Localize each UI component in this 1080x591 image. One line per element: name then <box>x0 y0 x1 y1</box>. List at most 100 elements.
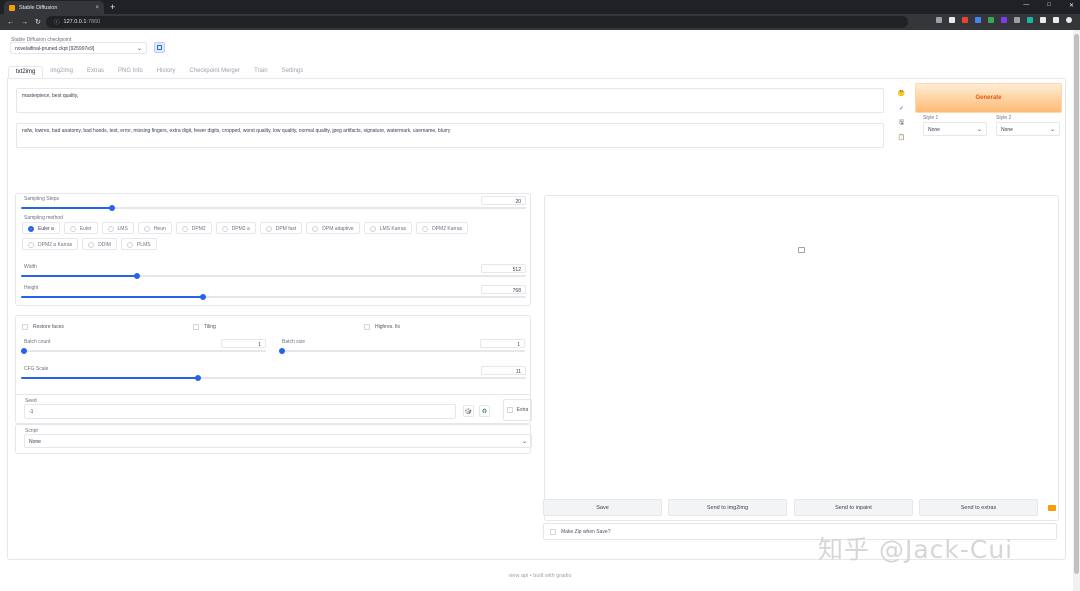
browser-tab[interactable]: Stable Diffusion × <box>4 1 104 14</box>
radio-label: LMS <box>117 226 128 232</box>
width-slider[interactable] <box>21 273 526 279</box>
sampling-radio-plms[interactable]: PLMS <box>120 238 157 250</box>
url-host: 127.0.0.1 <box>63 19 87 25</box>
reload-icon[interactable]: ↻ <box>35 18 41 26</box>
sampling-radio-dpm-fast[interactable]: DPM fast <box>259 222 303 234</box>
slider-thumb[interactable] <box>21 348 27 354</box>
send-to-inpaint-button[interactable]: Send to inpaint <box>794 499 913 516</box>
save-button[interactable]: Save <box>543 499 662 516</box>
chevron-down-icon: ⌄ <box>136 46 142 52</box>
sampling-radio-dpm2-a-karras[interactable]: DPM2 a Karras <box>22 238 79 250</box>
sampling-radio-dpm2-karras[interactable]: DPM2 Karras <box>416 222 469 234</box>
sampling-steps-input[interactable]: 20 <box>481 196 526 205</box>
slider-thumb[interactable] <box>134 273 141 279</box>
cfg-scale-input[interactable]: 11 <box>481 366 526 375</box>
forward-icon[interactable]: → <box>21 19 28 26</box>
browser-toolbar: ← → ↻ ⓘ 127.0.0.1:7860 <box>0 14 1080 30</box>
style-2: Style 2 None ⌄ <box>996 115 1060 136</box>
star-icon[interactable] <box>949 17 955 23</box>
refresh-checkpoint-button[interactable] <box>154 42 165 53</box>
radio-label: PLMS <box>136 242 151 248</box>
extension-icons <box>936 17 1072 23</box>
highres-fix-label: Highres. fix <box>375 324 401 330</box>
extra-seed-checkbox[interactable]: Extra <box>503 399 532 421</box>
save-style-icon[interactable]: 🖫 <box>896 117 907 128</box>
restore-faces-checkbox[interactable]: Restore faces <box>22 324 64 330</box>
send-to-extras-button[interactable]: Send to extras <box>919 499 1038 516</box>
batch-size-slider[interactable] <box>279 348 525 354</box>
sampling-radio-lms[interactable]: LMS <box>101 222 134 234</box>
extension-blue-icon[interactable] <box>975 17 981 23</box>
extension-teal-icon[interactable] <box>1027 17 1033 23</box>
slider-thumb[interactable] <box>279 348 285 354</box>
extension-grey-icon[interactable] <box>1014 17 1020 23</box>
script-select[interactable]: None ⌄ <box>24 434 532 448</box>
cfg-scale-slider[interactable] <box>21 375 526 381</box>
batch-count-input[interactable]: 1 <box>221 339 266 348</box>
interrogate-icon[interactable]: 🤔 <box>896 88 907 99</box>
batch-count-label: Batch count <box>24 339 51 345</box>
sampling-radio-heun[interactable]: Heun <box>137 222 172 234</box>
sampling-radio-dpm2-a[interactable]: DPM2 a <box>215 222 256 234</box>
width-input[interactable]: 512 <box>481 264 526 273</box>
negative-prompt-textarea[interactable]: nsfw, lowres, bad anatomy, bad hands, te… <box>16 123 884 148</box>
address-bar[interactable]: ⓘ 127.0.0.1:7860 <box>46 16 908 28</box>
highres-fix-checkbox[interactable]: Highres. fix <box>364 324 400 330</box>
share-icon[interactable] <box>936 17 942 23</box>
generate-button[interactable]: Generate <box>915 83 1062 113</box>
style-2-label: Style 2 <box>996 115 1012 121</box>
style-1-select[interactable]: None ⌄ <box>923 122 987 136</box>
extension-green-icon[interactable] <box>988 17 994 23</box>
refresh-icon <box>157 45 162 50</box>
height-input[interactable]: 768 <box>481 285 526 294</box>
radio-dot <box>88 241 95 248</box>
script-card: Script None ⌄ <box>15 424 532 454</box>
sampling-radio-ddim[interactable]: DDIM <box>82 238 117 250</box>
sampling-radio-dpm2[interactable]: DPM2 <box>175 222 212 234</box>
checkpoint-select[interactable]: novelaifinal-pruned.ckpt [925997e9] ⌄ <box>10 42 147 54</box>
recycle-seed-icon[interactable]: ♻ <box>479 405 490 417</box>
footer[interactable]: view api • built with gradio <box>0 573 1080 579</box>
prompt-textarea[interactable]: masterpiece, best quality, <box>16 88 884 113</box>
sampling-radio-euler-a[interactable]: Euler a <box>22 222 60 234</box>
puzzle-icon[interactable] <box>1040 17 1046 23</box>
sidebar-icon[interactable] <box>1053 17 1059 23</box>
seed-input[interactable]: -1 <box>24 404 456 419</box>
chevron-down-icon: ⌄ <box>1049 127 1055 133</box>
clipboard-icon[interactable]: 📋 <box>896 132 907 143</box>
slider-thumb[interactable] <box>108 205 115 211</box>
close-window-icon[interactable]: ✕ <box>1069 2 1074 9</box>
sampling-radio-lms-karras[interactable]: LMS Karras <box>363 222 413 234</box>
new-tab-button[interactable]: + <box>110 2 115 12</box>
batch-count-slider[interactable] <box>21 348 266 354</box>
extension-red-icon[interactable] <box>962 17 968 23</box>
height-label: Height <box>24 285 39 291</box>
batch-count-row: Batch count 1 <box>21 339 266 355</box>
check-icon[interactable]: ✓ <box>896 103 907 114</box>
random-seed-icon[interactable]: 🎲 <box>463 405 474 417</box>
slider-thumb[interactable] <box>199 294 206 300</box>
open-folder-button[interactable] <box>1045 501 1058 514</box>
sampling-radio-euler[interactable]: Euler <box>63 222 98 234</box>
batch-size-label: Batch size <box>282 339 306 345</box>
tiling-checkbox[interactable]: Tiling <box>193 324 216 330</box>
batch-size-input[interactable]: 1 <box>480 339 525 348</box>
height-slider[interactable] <box>21 294 526 300</box>
page-scrollbar[interactable] <box>1073 30 1080 591</box>
style-2-select[interactable]: None ⌄ <box>996 122 1060 136</box>
close-tab-icon[interactable]: × <box>95 5 99 11</box>
profile-icon[interactable] <box>1066 17 1072 23</box>
maximize-icon[interactable]: □ <box>1047 2 1051 9</box>
back-icon[interactable]: ← <box>7 19 14 26</box>
cfg-scale-row: CFG Scale 11 <box>21 366 526 382</box>
info-icon: ⓘ <box>54 20 60 26</box>
slider-thumb[interactable] <box>194 375 201 381</box>
watermark: 知乎 @Jack-Cui <box>818 535 1014 564</box>
scrollbar-thumb[interactable] <box>1074 34 1079 574</box>
sampling-radio-dpm-adaptive[interactable]: DPM adaptive <box>306 222 360 234</box>
radio-dot <box>312 225 319 232</box>
send-to-img2img-button[interactable]: Send to img2img <box>668 499 787 516</box>
minimize-icon[interactable]: — <box>1023 2 1029 9</box>
extension-purple-icon[interactable] <box>1001 17 1007 23</box>
sampling-steps-slider[interactable] <box>21 205 526 211</box>
